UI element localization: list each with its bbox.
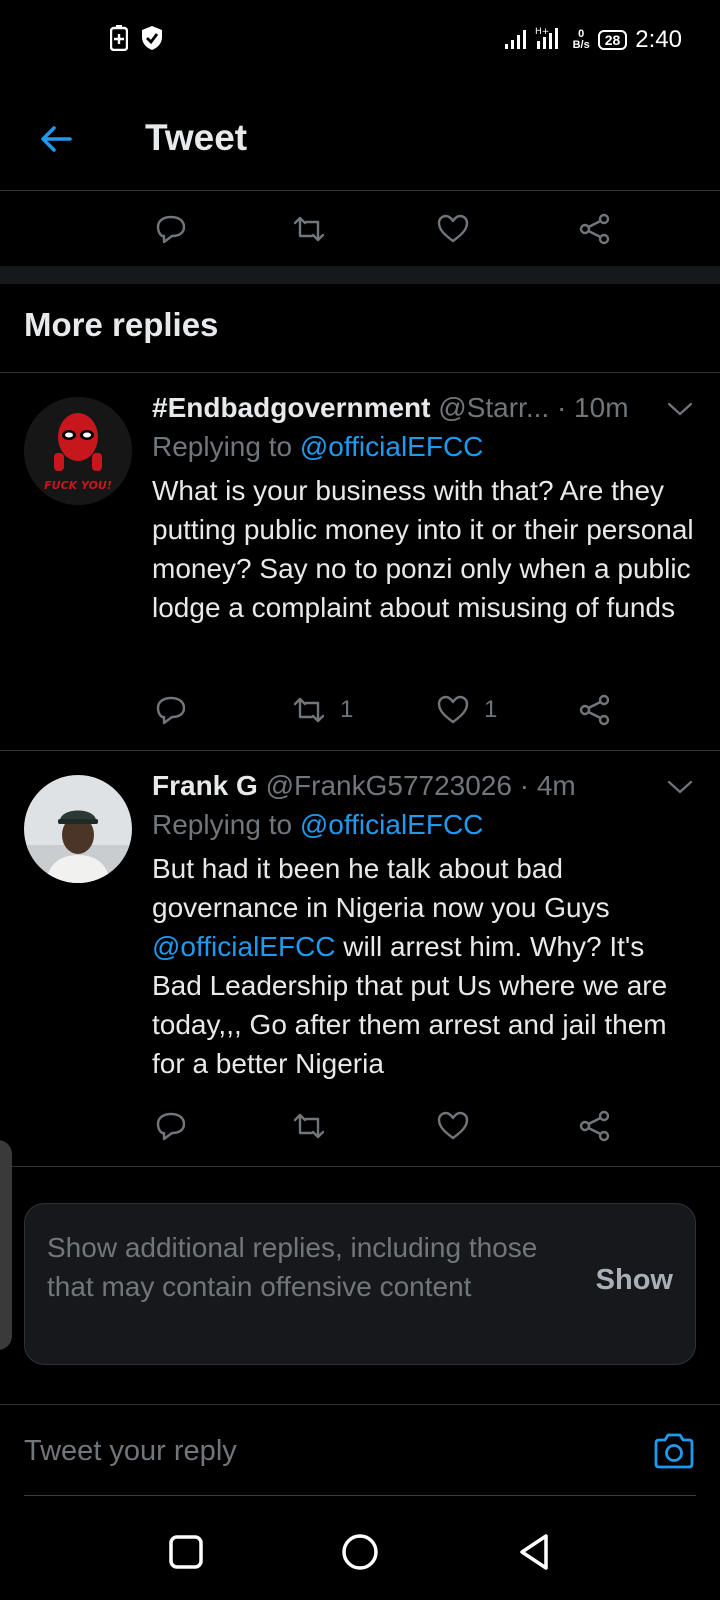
network-speed: 0 B/s — [573, 29, 590, 51]
chevron-down-icon[interactable] — [664, 393, 696, 425]
divider — [24, 1495, 696, 1496]
reply-item[interactable]: Frank G @FrankG57723026 · 4m Replying to… — [0, 751, 720, 1166]
share-button[interactable] — [578, 1089, 612, 1163]
author-handle[interactable]: @FrankG57723026 — [266, 770, 512, 801]
main-tweet-actions — [0, 192, 720, 266]
divider — [0, 1166, 720, 1167]
reply-button[interactable] — [154, 192, 188, 266]
network-speed-unit: B/s — [572, 39, 590, 51]
share-icon — [579, 213, 610, 245]
reply-content: #Endbadgovernment @Starr... · 10m Replyi… — [152, 389, 698, 627]
retweet-count: 1 — [340, 696, 354, 723]
section-separator — [0, 266, 720, 284]
section-title: More replies — [24, 306, 219, 343]
status-bar: H+ 0 B/s 28 2:40 — [0, 0, 720, 80]
back-arrow-icon[interactable] — [36, 119, 76, 159]
reply-actions — [0, 1089, 720, 1163]
reply-text: But had it been he talk about bad govern… — [152, 849, 698, 1083]
heart-icon — [437, 1111, 469, 1140]
mention-link[interactable]: @officialEFCC — [300, 431, 484, 462]
signal-icon: H+ — [504, 25, 565, 56]
retweet-button[interactable] — [292, 1089, 326, 1163]
heart-icon — [437, 695, 469, 724]
share-icon — [579, 1110, 610, 1142]
reply-header: Frank G @FrankG57723026 · 4m — [152, 767, 698, 805]
share-button[interactable] — [578, 673, 612, 747]
reply-button[interactable] — [154, 1089, 188, 1163]
replying-to: Replying to @officialEFCC — [152, 805, 698, 845]
like-count: 1 — [484, 696, 498, 723]
reply-input[interactable]: Tweet your reply — [24, 1435, 237, 1468]
reply-header: #Endbadgovernment @Starr... · 10m — [152, 389, 698, 427]
show-more-text: Show additional replies, including those… — [47, 1232, 538, 1302]
home-icon[interactable] — [338, 1530, 382, 1574]
mention-link[interactable]: @officialEFCC — [300, 809, 484, 840]
author-name[interactable]: #Endbadgovernment — [152, 392, 430, 423]
retweet-button[interactable] — [292, 192, 326, 266]
reply-composer: Tweet your reply — [0, 1404, 720, 1500]
svg-text:H+: H+ — [535, 27, 549, 37]
reply-icon — [156, 1112, 186, 1141]
back-triangle-icon[interactable] — [514, 1530, 558, 1574]
edge-panel-handle[interactable] — [0, 1140, 12, 1350]
like-button[interactable]: 1 — [436, 673, 497, 747]
reply-button[interactable] — [154, 673, 188, 747]
author-name[interactable]: Frank G — [152, 770, 258, 801]
mention-link[interactable]: @officialEFCC — [152, 931, 336, 962]
retweet-icon — [293, 216, 325, 242]
share-icon — [579, 694, 610, 726]
chevron-down-icon[interactable] — [664, 771, 696, 803]
camera-icon[interactable] — [652, 1429, 696, 1473]
recents-icon[interactable] — [164, 1530, 208, 1574]
reply-actions: 1 1 — [0, 673, 720, 747]
reply-text: What is your business with that? Are the… — [152, 475, 694, 623]
show-button[interactable]: Show — [596, 1264, 673, 1297]
reply-text-part: But had it been he talk about bad govern… — [152, 853, 610, 923]
replying-prefix: Replying to — [152, 431, 300, 462]
reply-content: Frank G @FrankG57723026 · 4m Replying to… — [152, 767, 698, 1083]
avatar[interactable]: FUCK YOU! — [24, 397, 132, 505]
reply-time: · 10m — [556, 392, 629, 423]
avatar[interactable] — [24, 775, 132, 883]
shield-check-icon — [140, 25, 164, 56]
replying-prefix: Replying to — [152, 809, 300, 840]
page-title: Tweet — [145, 117, 248, 158]
reply-icon — [156, 696, 186, 725]
avatar-caption: FUCK YOU! — [44, 479, 112, 492]
battery-saver-icon — [109, 24, 129, 56]
heart-icon — [437, 214, 469, 243]
reply-time: · 4m — [519, 770, 576, 801]
retweet-button[interactable]: 1 — [292, 673, 353, 747]
show-additional-replies: Show additional replies, including those… — [24, 1203, 696, 1365]
app-header: Tweet — [0, 95, 720, 191]
reply-icon — [156, 215, 186, 244]
system-nav-bar — [0, 1500, 720, 1600]
like-button[interactable] — [436, 1089, 470, 1163]
reply-item[interactable]: FUCK YOU! #Endbadgovernment @Starr... · … — [0, 373, 720, 750]
retweet-icon — [293, 1113, 325, 1139]
status-time: 2:40 — [635, 26, 682, 53]
like-button[interactable] — [436, 192, 470, 266]
retweet-icon — [293, 697, 325, 723]
replying-to: Replying to @officialEFCC — [152, 427, 698, 467]
battery-level: 28 — [597, 30, 628, 50]
share-button[interactable] — [578, 192, 612, 266]
author-handle[interactable]: @Starr... — [438, 392, 549, 423]
